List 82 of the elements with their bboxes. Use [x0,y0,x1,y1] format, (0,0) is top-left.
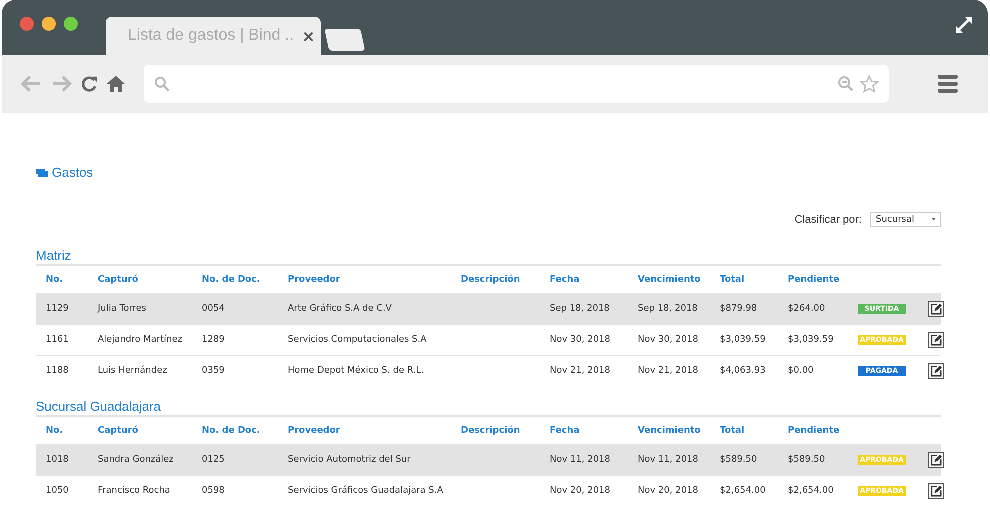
table-cell: Servicio Automotriz del Sur [288,455,411,465]
browser-tab[interactable]: Lista de gastos | Bind .. × [106,17,321,55]
gastos-link[interactable]: Gastos [52,165,94,180]
group-title: Matriz [36,248,72,264]
expand-icon[interactable] [954,14,974,34]
table-cell: $589.50 [720,455,758,465]
star-icon[interactable] [860,74,879,94]
column-header[interactable]: No. de Doc. [202,426,260,436]
column-header[interactable]: Descripción [461,274,520,284]
table-cell: Francisco Rocha [98,486,170,496]
table-cell: Nov 30, 2018 [638,335,699,345]
table-cell: Luis Hernández [98,366,168,376]
table-cell: Nov 11, 2018 [550,455,611,465]
caret-icon [932,218,936,221]
table-cell: 0598 [202,486,225,496]
home-icon[interactable] [107,75,125,93]
table-cell: Nov 30, 2018 [550,335,611,345]
table-cell: 0054 [202,304,225,314]
column-header[interactable]: Vencimiento [638,274,701,284]
table-cell: $589.50 [788,455,826,465]
table-cell: Arte Gráfico S.A de C.V [288,304,392,314]
table-cell: Nov 20, 2018 [638,486,699,496]
table-cell: $3,039.59 [720,335,766,345]
edit-button[interactable] [928,332,944,348]
column-header[interactable]: Capturó [98,426,138,436]
column-header[interactable]: Proveedor [288,426,340,436]
column-header[interactable]: Total [720,426,745,436]
menu-icon[interactable] [938,75,958,93]
column-header[interactable]: Descripción [461,426,520,436]
table-cell: $2,654.00 [788,486,834,496]
table-cell: $3,039.59 [788,335,834,345]
table-cell: 0125 [202,455,225,465]
edit-button[interactable] [928,301,944,317]
table-cell: Sandra González [98,455,174,465]
money-icon [36,168,48,176]
sort-select[interactable]: Sucursal [870,212,941,227]
reload-icon[interactable] [82,76,98,92]
table-cell: Sep 18, 2018 [638,304,698,314]
table-cell: $879.98 [720,304,758,314]
column-header[interactable]: Fecha [550,426,580,436]
group-title: Sucursal Guadalajara [36,399,162,415]
table-cell: 1188 [46,366,69,376]
column-header[interactable]: Pendiente [788,426,840,436]
column-header[interactable]: Vencimiento [638,426,701,436]
column-header[interactable]: Total [720,274,745,284]
table-cell: $264.00 [788,304,826,314]
table-cell: Alejandro Martínez [98,335,182,345]
edit-button[interactable] [928,483,944,499]
sort-label: Clasificar por: [794,214,862,226]
tab-title: Lista de gastos | Bind .. [128,27,294,45]
table-cell: 1050 [46,486,69,496]
edit-button[interactable] [928,363,944,379]
table-cell: $4,063.93 [720,366,766,376]
column-header[interactable]: Proveedor [288,274,340,284]
column-header[interactable]: Pendiente [788,274,840,284]
table-cell: Nov 21, 2018 [638,366,699,376]
table-cell: 0359 [202,366,225,376]
table-cell: Servicios Computacionales S.A [288,335,427,345]
search-icon [154,76,170,92]
table-cell: Home Depot México S. de R.L. [288,366,424,376]
table-cell: 1161 [46,335,69,345]
column-header[interactable]: No. [46,426,64,436]
table-cell: $0.00 [788,366,814,376]
column-header[interactable]: No. de Doc. [202,274,260,284]
new-tab-button[interactable] [324,29,366,51]
column-header[interactable]: No. [46,274,64,284]
table-cell: $2,654.00 [720,486,766,496]
minimize-window-button[interactable] [42,16,56,30]
table-cell: 1018 [46,455,69,465]
table-cell: Nov 11, 2018 [638,455,699,465]
maximize-window-button[interactable] [64,16,78,30]
table-cell: Servicios Gráficos Guadalajara S.A [288,486,444,496]
edit-button[interactable] [928,452,944,468]
table-cell: Nov 20, 2018 [550,486,611,496]
table-cell: Julia Torres [98,304,146,314]
tab-close-button[interactable]: × [302,26,316,46]
column-header[interactable]: Fecha [550,274,580,284]
table-cell: Sep 18, 2018 [550,304,610,314]
table-cell: 1289 [202,335,225,345]
column-header[interactable]: Capturó [98,274,138,284]
table-cell: Nov 21, 2018 [550,366,611,376]
table-cell: 1129 [46,304,69,314]
